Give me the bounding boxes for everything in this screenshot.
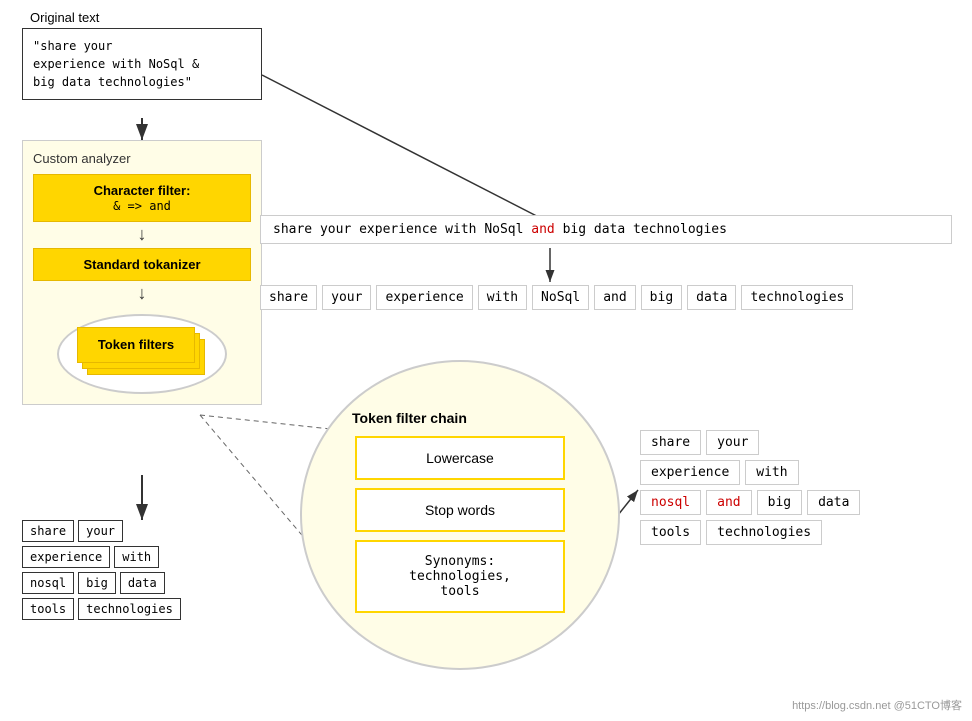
token-tools: tools	[22, 598, 74, 620]
bottom-token-row-3: nosql big data	[22, 572, 181, 594]
char-filter-output-box: share your experience with NoSql and big…	[260, 215, 952, 244]
bottom-token-row-1: share your	[22, 520, 181, 542]
bottom-token-row-4: tools technologies	[22, 598, 181, 620]
ft-row-3: nosql and big data	[640, 490, 860, 515]
token-filters-oval: Token filters	[57, 314, 227, 394]
token-with: with	[114, 546, 159, 568]
token-your: your	[78, 520, 123, 542]
ft-your: your	[706, 430, 759, 455]
char-filter-and-highlight: and	[531, 222, 554, 237]
stop-words-filter-box: Stop words	[355, 488, 565, 532]
bottom-token-list: share your experience with nosql big dat…	[22, 520, 181, 624]
ft-technologies: technologies	[706, 520, 822, 545]
analyzer-label: Custom analyzer	[33, 151, 251, 166]
token-filter-card-1: Token filters	[77, 327, 195, 363]
standard-tokenizer-box: Standard tokanizer	[33, 248, 251, 281]
ft-row-1: share your	[640, 430, 860, 455]
ft-and: and	[706, 490, 751, 515]
tok-experience: experience	[376, 285, 472, 310]
filter-chain-oval: Token filter chain Lowercase Stop words …	[300, 360, 620, 670]
tok-share: share	[260, 285, 317, 310]
token-data: data	[120, 572, 165, 594]
watermark: https://blog.csdn.net @51CTO博客	[792, 697, 962, 713]
token-nosql: nosql	[22, 572, 74, 594]
synonyms-filter-box: Synonyms:technologies, tools	[355, 540, 565, 613]
tok-nosql: NoSql	[532, 285, 589, 310]
tok-technologies: technologies	[741, 285, 853, 310]
tok-data: data	[687, 285, 736, 310]
original-text-label: Original text	[30, 10, 99, 25]
char-filter-rule: & => and	[113, 199, 171, 213]
original-text-content: "share yourexperience with NoSql &big da…	[33, 39, 199, 89]
filtered-token-list: share your experience with nosql and big…	[640, 430, 860, 550]
ft-row-4: tools technologies	[640, 520, 860, 545]
tok-with: with	[478, 285, 527, 310]
token-technologies: technologies	[78, 598, 181, 620]
ft-with: with	[745, 460, 798, 485]
arrow-down-2: ↓	[33, 283, 251, 305]
tokenizer-output-row: share your experience with NoSql and big…	[260, 285, 853, 310]
filter-chain-title: Token filter chain	[352, 410, 467, 426]
token-big: big	[78, 572, 116, 594]
ft-experience: experience	[640, 460, 740, 485]
char-filter-box: Character filter: & => and	[33, 174, 251, 222]
custom-analyzer-box: Custom analyzer Character filter: & => a…	[22, 140, 262, 405]
ft-row-2: experience with	[640, 460, 860, 485]
char-filter-title: Character filter:	[94, 183, 191, 198]
tok-your: your	[322, 285, 371, 310]
ft-nosql: nosql	[640, 490, 701, 515]
token-experience: experience	[22, 546, 110, 568]
ft-big: big	[757, 490, 802, 515]
ft-data: data	[807, 490, 860, 515]
standard-tokenizer-label: Standard tokanizer	[83, 257, 200, 272]
tok-and: and	[594, 285, 635, 310]
lowercase-filter-box: Lowercase	[355, 436, 565, 480]
bottom-token-row-2: experience with	[22, 546, 181, 568]
ft-tools: tools	[640, 520, 701, 545]
tok-big: big	[641, 285, 682, 310]
arrow-down-1: ↓	[33, 224, 251, 246]
token-share: share	[22, 520, 74, 542]
ft-share: share	[640, 430, 701, 455]
original-text-box: "share yourexperience with NoSql &big da…	[22, 28, 262, 100]
